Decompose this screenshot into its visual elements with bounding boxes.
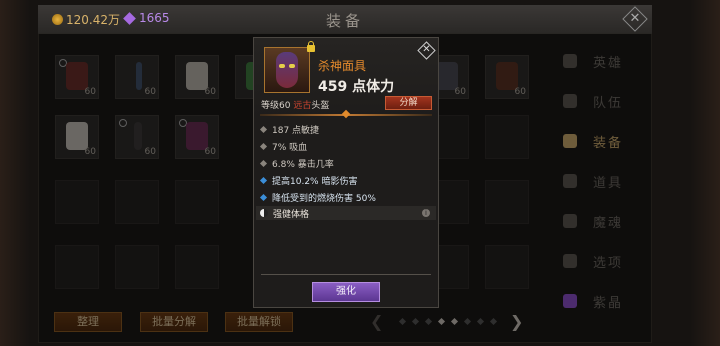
gold-amount: 120.42万 <box>66 13 120 27</box>
item-main-stat: 459 点体力 <box>318 79 395 95</box>
divider <box>261 274 431 275</box>
stat-line: 187 点敏捷 <box>259 122 320 136</box>
close-icon: ✕ <box>629 11 641 26</box>
item-portrait <box>264 47 310 93</box>
mask-icon <box>276 52 298 88</box>
gem-display: 1665 <box>123 11 170 25</box>
item-slot-type: 头盔 <box>311 101 330 111</box>
stat-text: 6.8% 暴击几率 <box>272 159 334 170</box>
special-stat-line: 提高10.2% 暗影伤害 <box>259 173 358 187</box>
stat-line: 7% 吸血 <box>259 139 308 153</box>
set-bonus-row[interactable]: 强健体格 i <box>256 206 436 220</box>
bullet-icon <box>259 142 268 150</box>
gold-coin-icon <box>52 14 63 25</box>
bullet-icon <box>259 125 268 133</box>
item-level-line: 等级60 远古头盔 <box>261 98 329 111</box>
item-name: 杀神面具 <box>318 59 367 73</box>
item-detail-popup: 杀神面具 459 点体力 ✕ 等级60 远古头盔 分解 187 点敏捷 7% 吸… <box>253 37 439 308</box>
stat-text: 7% 吸血 <box>272 142 308 153</box>
gem-amount: 1665 <box>139 11 170 25</box>
bullet-icon <box>259 176 268 184</box>
yin-yang-icon <box>260 209 268 217</box>
decompose-button[interactable]: 分解 <box>385 96 432 110</box>
set-bonus-label: 强健体格 <box>273 209 310 220</box>
upgrade-button[interactable]: 强化 <box>312 282 380 302</box>
page-title: 装备 <box>325 12 364 30</box>
gold-display: 120.42万 <box>52 11 120 28</box>
item-level-text: 等级60 <box>261 101 294 111</box>
special-stat-line: 降低受到的燃烧伤害 50% <box>259 190 376 204</box>
info-icon[interactable]: i <box>422 209 430 217</box>
stat-text: 提高10.2% 暗影伤害 <box>272 176 358 187</box>
lock-icon[interactable] <box>307 41 315 52</box>
close-icon: ✕ <box>422 44 431 55</box>
bullet-icon <box>259 193 268 201</box>
stat-text: 187 点敏捷 <box>272 125 320 136</box>
stat-line: 6.8% 暴击几率 <box>259 156 334 170</box>
item-quality: 远古 <box>293 101 312 111</box>
popup-close-button[interactable]: ✕ <box>417 41 436 60</box>
bullet-icon <box>259 159 268 167</box>
stat-text: 降低受到的燃烧伤害 50% <box>272 193 376 204</box>
gem-icon <box>123 11 136 25</box>
